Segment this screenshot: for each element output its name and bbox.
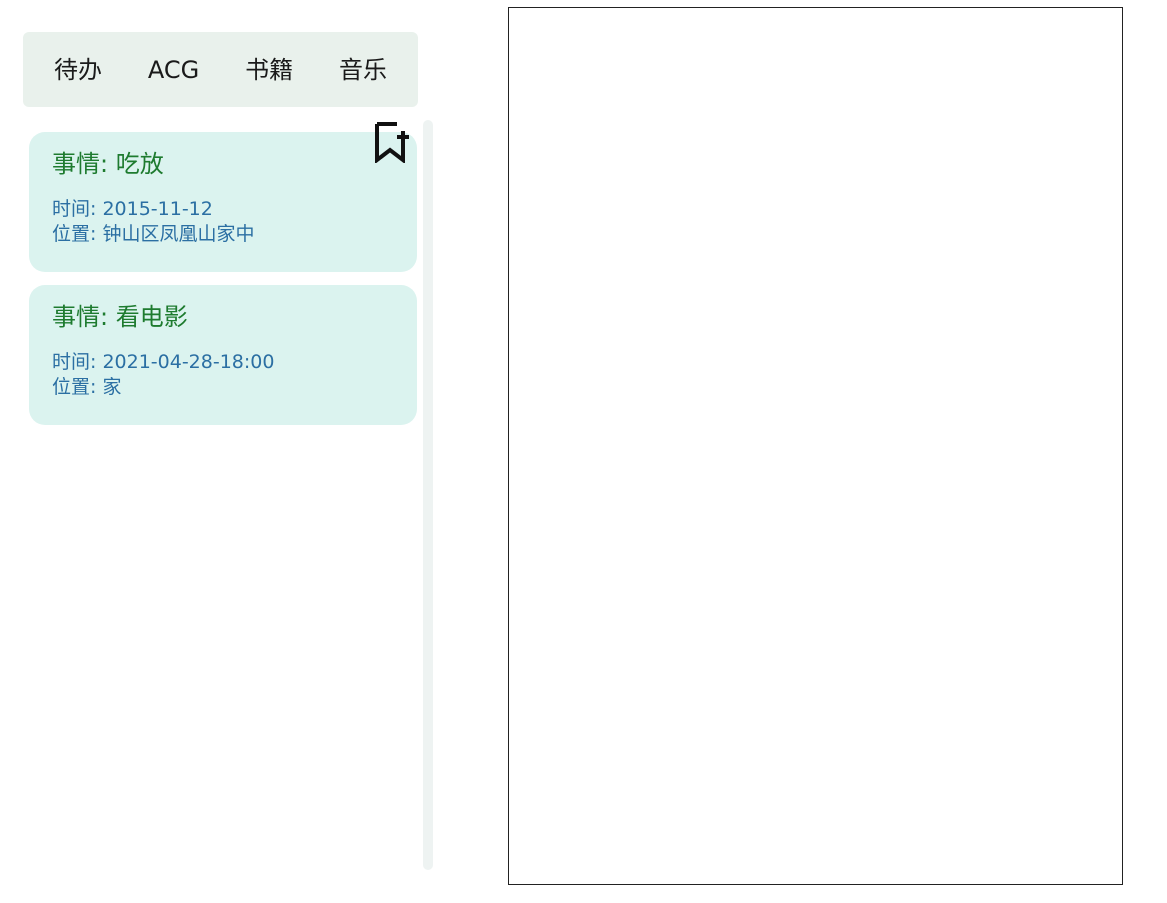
todo-title: 事情: 看电影 (52, 303, 188, 331)
todo-card[interactable]: 事情: 吃放 时间: 2015-11-12 位置: 钟山区凤凰山家中 (29, 132, 417, 272)
todo-time: 时间: 2015-11-12 (52, 197, 213, 220)
todo-title: 事情: 吃放 (52, 150, 164, 178)
todo-list: 事情: 吃放 时间: 2015-11-12 位置: 钟山区凤凰山家中 事情: 看… (29, 120, 434, 872)
todo-location: 位置: 钟山区凤凰山家中 (52, 223, 255, 246)
tab-music[interactable]: 音乐 (339, 58, 387, 82)
tab-todo[interactable]: 待办 (54, 58, 102, 82)
add-todo-button[interactable] (373, 121, 411, 165)
todo-location: 位置: 家 (52, 376, 122, 399)
todo-list-scrollbar[interactable] (423, 120, 433, 870)
todo-card[interactable]: 事情: 看电影 时间: 2021-04-28-18:00 位置: 家 (29, 285, 417, 425)
category-tab-bar: 待办 ACG 书籍 音乐 (23, 32, 418, 107)
detail-panel (508, 7, 1123, 885)
todo-time: 时间: 2021-04-28-18:00 (52, 350, 275, 373)
bookmark-plus-icon (375, 122, 409, 165)
app-root: 待办 ACG 书籍 音乐 事情: 吃放 时间: 2015-11-12 位置: 钟… (0, 0, 1167, 903)
tab-acg[interactable]: ACG (148, 58, 199, 82)
tab-books[interactable]: 书籍 (245, 58, 293, 82)
